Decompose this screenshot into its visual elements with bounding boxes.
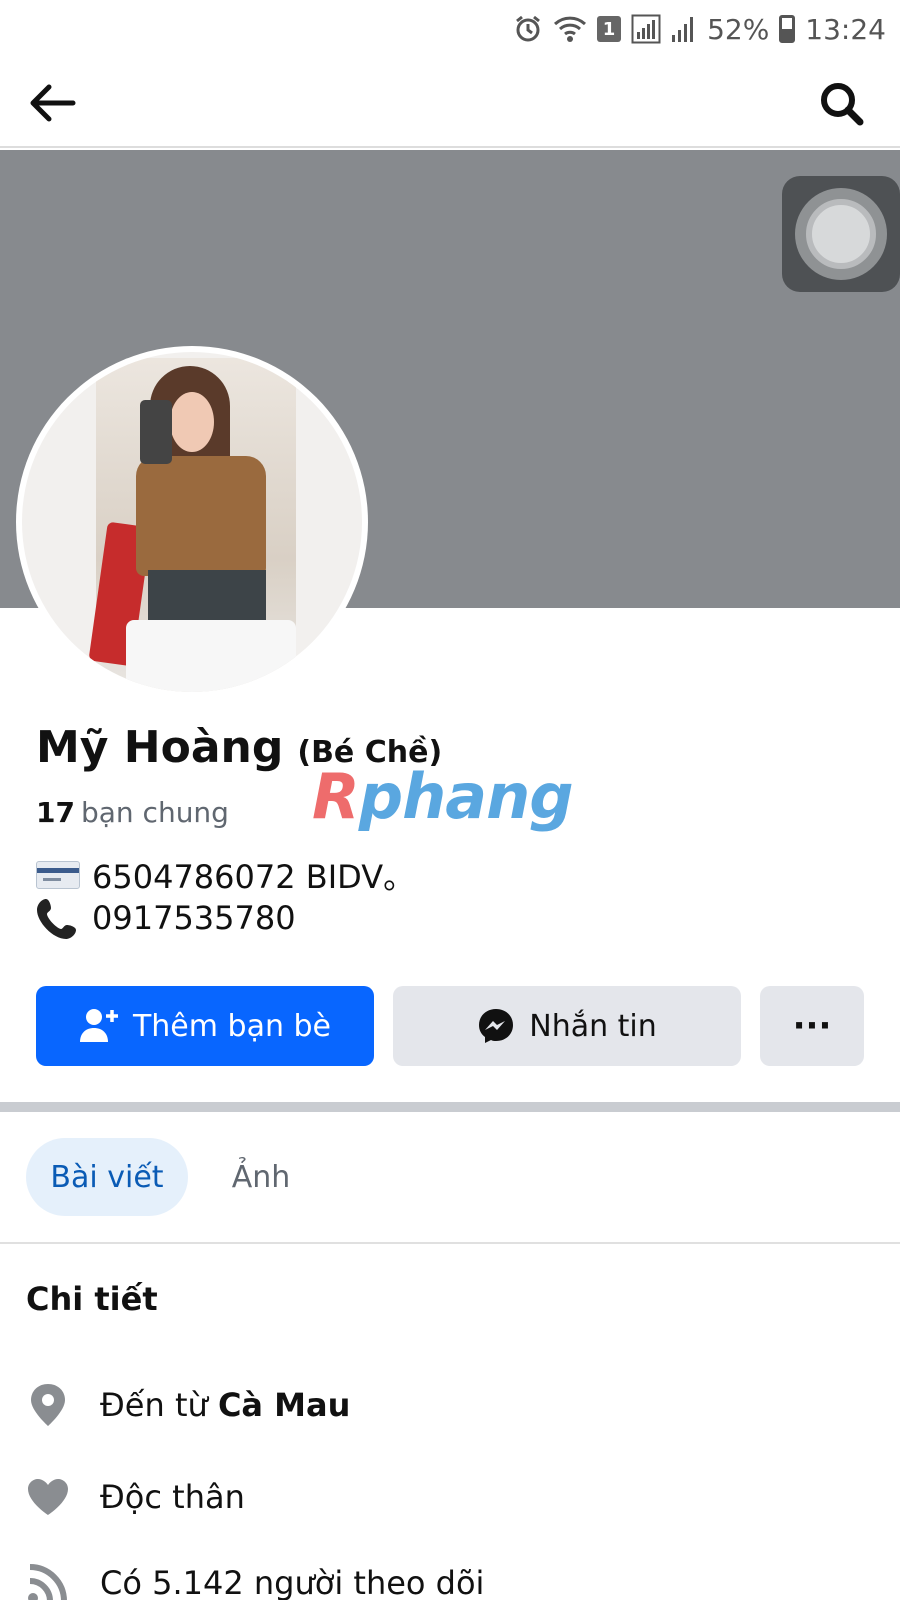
photo-sink bbox=[126, 620, 296, 692]
telephone-icon bbox=[37, 899, 76, 939]
credit-card-icon bbox=[36, 861, 80, 889]
watermark-rest: phang bbox=[358, 760, 574, 833]
signal-box-icon bbox=[631, 14, 661, 44]
photo-face bbox=[170, 392, 214, 452]
clock: 13:24 bbox=[805, 12, 886, 46]
battery-icon bbox=[779, 15, 796, 43]
search-icon bbox=[821, 83, 864, 126]
battery-percent: 52% bbox=[707, 12, 770, 46]
tab-photos[interactable]: Ảnh bbox=[218, 1138, 304, 1216]
detail-hometown: Đến từ Cà Mau bbox=[26, 1382, 350, 1428]
profile-name: Mỹ Hoàng bbox=[36, 722, 284, 773]
add-friend-button[interactable]: Thêm bạn bè bbox=[36, 986, 374, 1066]
assistive-touch-dot bbox=[806, 199, 876, 269]
avatar-photo bbox=[22, 352, 362, 692]
section-divider bbox=[0, 1102, 900, 1112]
mutual-label: bạn chung bbox=[80, 796, 229, 829]
top-nav bbox=[0, 58, 900, 148]
detail-relationship-text: Độc thân bbox=[100, 1478, 245, 1516]
watermark-first: R bbox=[312, 760, 360, 833]
profile-tabs: Bài viết Ảnh bbox=[0, 1112, 900, 1244]
bio-phone-line: 0917535780 bbox=[36, 896, 296, 940]
assistive-touch-ring bbox=[795, 188, 887, 280]
user-plus-icon bbox=[79, 1009, 118, 1042]
photo-phone bbox=[140, 400, 172, 464]
detail-hometown-place[interactable]: Cà Mau bbox=[218, 1386, 350, 1424]
photo-top bbox=[136, 456, 266, 576]
bio-bank-line: 6504786072 BIDV。 bbox=[36, 852, 415, 898]
heart-icon bbox=[26, 1474, 70, 1520]
watermark-logo: Rphang bbox=[312, 760, 574, 833]
back-button[interactable] bbox=[22, 76, 82, 130]
mutual-friends[interactable]: 17 bạn chung bbox=[36, 796, 229, 829]
detail-followers-text: Có 5.142 người theo dõi bbox=[100, 1564, 485, 1600]
message-button[interactable]: Nhắn tin bbox=[393, 986, 741, 1066]
location-pin-icon bbox=[26, 1382, 70, 1428]
add-friend-label: Thêm bạn bè bbox=[132, 1008, 332, 1044]
message-label: Nhắn tin bbox=[529, 1008, 657, 1044]
messenger-icon bbox=[479, 1009, 514, 1043]
bio-bank-text: 6504786072 BIDV。 bbox=[92, 858, 416, 896]
wifi-icon bbox=[553, 15, 587, 43]
signal-icon bbox=[671, 15, 697, 43]
sim-badge: 1 bbox=[597, 16, 622, 42]
detail-followers[interactable]: Có 5.142 người theo dõi bbox=[26, 1560, 484, 1600]
mutual-count: 17 bbox=[36, 796, 75, 829]
search-button[interactable] bbox=[814, 76, 870, 132]
status-bar: 1 52% 13:24 bbox=[0, 0, 900, 58]
alarm-icon bbox=[513, 14, 543, 44]
profile-avatar[interactable] bbox=[16, 346, 368, 698]
more-dots-icon: ··· bbox=[792, 1006, 832, 1046]
arrow-left-icon bbox=[30, 84, 76, 122]
more-button[interactable]: ··· bbox=[760, 986, 864, 1066]
details-title: Chi tiết bbox=[26, 1280, 158, 1318]
detail-hometown-prefix: Đến từ bbox=[100, 1386, 208, 1424]
tab-posts[interactable]: Bài viết bbox=[26, 1138, 188, 1216]
assistive-touch-button[interactable] bbox=[782, 176, 900, 292]
selfie-image bbox=[88, 358, 296, 692]
detail-relationship: Độc thân bbox=[26, 1474, 245, 1520]
bio-phone-text: 0917535780 bbox=[92, 899, 296, 937]
rss-feed-icon bbox=[26, 1560, 70, 1600]
